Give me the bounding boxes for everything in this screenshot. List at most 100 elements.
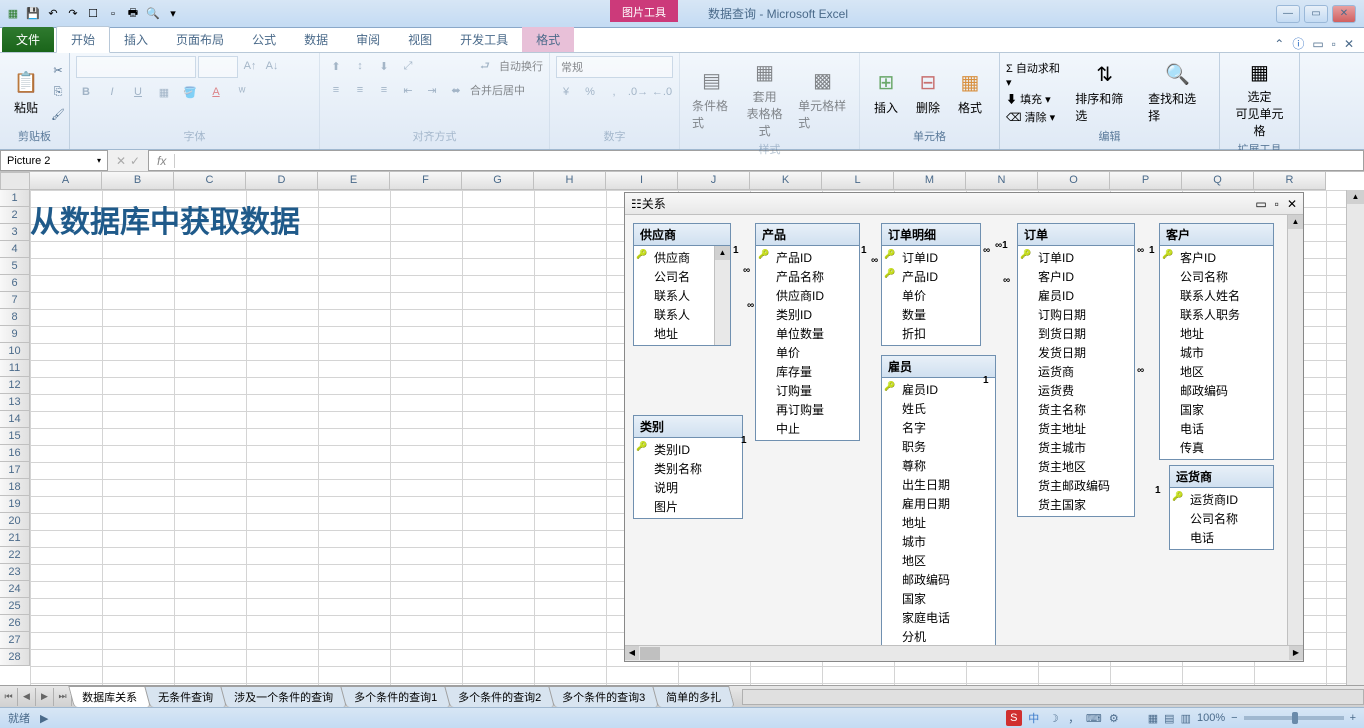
ribbon-min2-icon[interactable]: ▭: [1312, 37, 1323, 51]
worksheet[interactable]: ABCDEFGHIJKLMNOPQR 123456789101112131415…: [0, 172, 1364, 685]
bold-button[interactable]: B: [76, 82, 96, 102]
excel-icon[interactable]: ▦: [4, 5, 22, 23]
dec-decimal-icon[interactable]: ←.0: [652, 82, 672, 102]
align-right-icon[interactable]: ≡: [374, 80, 394, 100]
sheet-tab[interactable]: 多个条件的查询1: [340, 686, 451, 707]
align-top-icon[interactable]: ⬆: [326, 56, 346, 76]
row-header[interactable]: 19: [0, 496, 30, 513]
zoom-out-icon[interactable]: −: [1231, 712, 1237, 724]
sheet-tab[interactable]: 无条件查询: [144, 686, 227, 707]
currency-icon[interactable]: ¥: [556, 82, 576, 102]
col-header[interactable]: M: [894, 172, 966, 190]
insert-cells-button[interactable]: ⊞插入: [866, 67, 906, 118]
zoom-slider[interactable]: [1244, 716, 1344, 720]
autosum-button[interactable]: Σ 自动求和 ▾: [1006, 60, 1067, 89]
horizontal-scrollbar[interactable]: [742, 689, 1364, 705]
tab-insert[interactable]: 插入: [110, 27, 162, 52]
sheet-tab[interactable]: 多个条件的查询2: [444, 686, 555, 707]
copy-icon[interactable]: ⎘: [48, 82, 68, 102]
row-header[interactable]: 14: [0, 411, 30, 428]
align-middle-icon[interactable]: ↕: [350, 56, 370, 76]
diagram-hscroll[interactable]: ◀▶: [625, 645, 1303, 661]
align-left-icon[interactable]: ≡: [326, 80, 346, 100]
find-select-button[interactable]: 🔍查找和选择: [1142, 58, 1213, 126]
col-header[interactable]: E: [318, 172, 390, 190]
macro-record-icon[interactable]: ▶: [40, 712, 48, 725]
row-header[interactable]: 26: [0, 615, 30, 632]
entity-employee[interactable]: 雇员雇员ID姓氏名字职务尊称出生日期雇用日期地址城市地区邮政编码国家家庭电话分机…: [881, 355, 996, 661]
align-center-icon[interactable]: ≡: [350, 80, 370, 100]
cell-style-button[interactable]: ▩单元格样式: [792, 65, 853, 133]
row-header[interactable]: 8: [0, 309, 30, 326]
fill-button[interactable]: ⬇ 填充 ▾: [1006, 91, 1067, 107]
col-header[interactable]: C: [174, 172, 246, 190]
diagram-max-icon[interactable]: ▫: [1275, 197, 1279, 211]
tab-home[interactable]: 开始: [56, 26, 110, 53]
font-name-combo[interactable]: [76, 56, 196, 78]
row-header[interactable]: 17: [0, 462, 30, 479]
underline-button[interactable]: U: [128, 82, 148, 102]
qat-dropdown-icon[interactable]: ▾: [164, 5, 182, 23]
font-color-button[interactable]: A: [206, 82, 226, 102]
row-header[interactable]: 13: [0, 394, 30, 411]
row-header[interactable]: 9: [0, 326, 30, 343]
tab-first-icon[interactable]: ⏮: [0, 688, 18, 706]
row-header[interactable]: 7: [0, 292, 30, 309]
fx-icon[interactable]: fx: [149, 154, 175, 168]
number-format-combo[interactable]: [556, 56, 673, 78]
col-header[interactable]: D: [246, 172, 318, 190]
inc-decimal-icon[interactable]: .0→: [628, 82, 648, 102]
view-normal-icon[interactable]: ▦: [1148, 712, 1158, 725]
entity-orderdetail[interactable]: 订单明细订单ID产品ID单价数量折扣: [881, 223, 981, 346]
help-icon[interactable]: ⓘ: [1292, 35, 1304, 52]
tab-next-icon[interactable]: ▶: [36, 688, 54, 706]
file-tab[interactable]: 文件: [2, 27, 54, 52]
row-header[interactable]: 6: [0, 275, 30, 292]
row-header[interactable]: 10: [0, 343, 30, 360]
border-button[interactable]: ▦: [154, 82, 174, 102]
orientation-icon[interactable]: ⤢: [398, 56, 418, 76]
select-visible-button[interactable]: ▦选定 可见单元格: [1226, 56, 1293, 141]
col-header[interactable]: J: [678, 172, 750, 190]
row-header[interactable]: 2: [0, 207, 30, 224]
view-break-icon[interactable]: ▥: [1181, 712, 1191, 725]
italic-button[interactable]: I: [102, 82, 122, 102]
row-header[interactable]: 12: [0, 377, 30, 394]
row-header[interactable]: 4: [0, 241, 30, 258]
fill-color-button[interactable]: 🪣: [180, 82, 200, 102]
select-all-corner[interactable]: [0, 172, 30, 190]
ribbon-rest-icon[interactable]: ▫: [1332, 37, 1336, 51]
view-layout-icon[interactable]: ▤: [1164, 712, 1174, 725]
tab-prev-icon[interactable]: ◀: [18, 688, 36, 706]
redo-icon[interactable]: ↷: [64, 5, 82, 23]
phonetic-button[interactable]: ᵂ: [232, 82, 252, 102]
row-header[interactable]: 5: [0, 258, 30, 275]
row-header[interactable]: 3: [0, 224, 30, 241]
entity-product[interactable]: 产品产品ID产品名称供应商ID类别ID单位数量单价库存量订购量再订购量中止: [755, 223, 860, 441]
ime-keyboard-icon[interactable]: ⌨: [1086, 710, 1102, 726]
tab-formula[interactable]: 公式: [238, 27, 290, 52]
col-header[interactable]: N: [966, 172, 1038, 190]
maximize-button[interactable]: ▭: [1304, 5, 1328, 23]
merge-button[interactable]: ⬌: [446, 80, 466, 100]
col-header[interactable]: G: [462, 172, 534, 190]
tab-data[interactable]: 数据: [290, 27, 342, 52]
sort-filter-button[interactable]: ⇅排序和筛选: [1069, 58, 1140, 126]
row-header[interactable]: 15: [0, 428, 30, 445]
row-header[interactable]: 11: [0, 360, 30, 377]
col-header[interactable]: L: [822, 172, 894, 190]
wrap-text-button[interactable]: ⮐: [475, 56, 495, 76]
ime-zh-icon[interactable]: 中: [1026, 710, 1042, 726]
sheet-tab[interactable]: 多个条件的查询3: [548, 686, 659, 707]
indent-inc-icon[interactable]: ⇥: [422, 80, 442, 100]
col-header[interactable]: B: [102, 172, 174, 190]
entity-shipper[interactable]: 运货商运货商ID公司名称电话: [1169, 465, 1274, 550]
row-header[interactable]: 24: [0, 581, 30, 598]
format-painter-icon[interactable]: 🖌: [48, 104, 68, 124]
sheet-tab[interactable]: 涉及一个条件的查询: [220, 686, 347, 707]
minimize-button[interactable]: —: [1276, 5, 1300, 23]
col-header[interactable]: H: [534, 172, 606, 190]
ribbon-minimize-icon[interactable]: ⌃: [1274, 37, 1284, 51]
align-bottom-icon[interactable]: ⬇: [374, 56, 394, 76]
entity-supplier[interactable]: 供应商供应商公司名联系人联系人地址▲: [633, 223, 731, 346]
